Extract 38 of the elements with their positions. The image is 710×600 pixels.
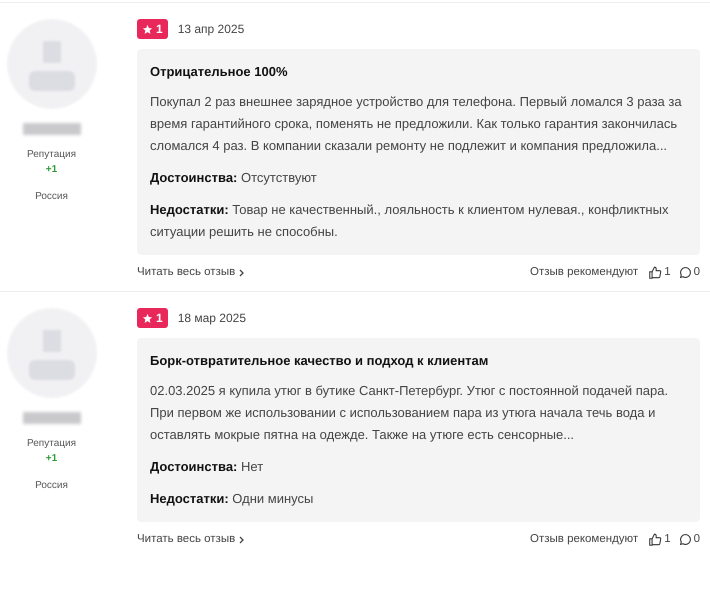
read-more-link[interactable]: Читать весь отзыв (137, 531, 246, 548)
review-title: Отрицательное 100% (150, 63, 289, 81)
review-text: 02.03.2025 я купила утюг в бутике Санкт-Петербург. Утюг с постоянной подачей пара. При первом же использовании с использованием пара из утюга начала течь вода и оставлять мокрые пятна на одежде. Также на утюге есть сенсорные... (150, 382, 670, 444)
country-text: Россия (35, 190, 68, 204)
thumbs-up-icon (648, 266, 662, 280)
username-blur (22, 412, 80, 424)
avatar-icon (6, 19, 96, 109)
reputation-label: Репутация (27, 148, 76, 162)
read-more-link[interactable]: Читать весь отзыв (137, 264, 246, 282)
reputation-label: Репутация (27, 437, 76, 452)
comments-button[interactable]: 0 (678, 264, 700, 282)
recommend-label: Отзыв рекомендуют (530, 532, 638, 548)
country-text: Россия (35, 479, 68, 494)
review-text: Покупал 2 раз внешнее зарядное устройство для телефона. Первый ломался 3 раза за время гарантийного срока, поменять не предложили. Как только гарантия закончилась сломался 4 раз. В компании сказали ремонту не подлежит и компания предложила... (150, 93, 683, 155)
reputation-value: +1 (46, 163, 58, 177)
review-title: Борк-отвратительное качество и подход к клиентам (150, 352, 490, 370)
comment-icon (678, 266, 692, 280)
thumbs-up-icon (648, 532, 662, 547)
rating-badge: 1 (137, 19, 168, 39)
like-button[interactable]: 1 (648, 531, 671, 548)
pros-text: Достоинства: Отсутствуют (150, 169, 318, 187)
cons-text: Недостатки: Одни минусы (150, 490, 314, 508)
chevron-icon (239, 536, 246, 544)
username-blur (22, 123, 80, 135)
star-icon (142, 312, 153, 324)
comment-icon (678, 533, 692, 546)
rating-badge: 1 (137, 308, 168, 328)
review-date: 18 мар 2025 (178, 310, 246, 328)
review-date: 13 апр 2025 (178, 21, 244, 38)
comments-button[interactable]: 0 (678, 531, 700, 548)
cons-text: Недостатки: Товар не качественный., лояльность к клиентом нулевая., конфликтных ситуации решить не способны. (150, 201, 670, 241)
recommend-label: Отзыв рекомендуют (530, 265, 638, 280)
pros-text: Достоинства: Нет (150, 458, 264, 476)
avatar-icon (6, 308, 96, 398)
chevron-icon (239, 268, 246, 277)
like-button[interactable]: 1 (648, 264, 671, 282)
star-icon (142, 24, 153, 34)
reputation-value: +1 (46, 452, 58, 466)
